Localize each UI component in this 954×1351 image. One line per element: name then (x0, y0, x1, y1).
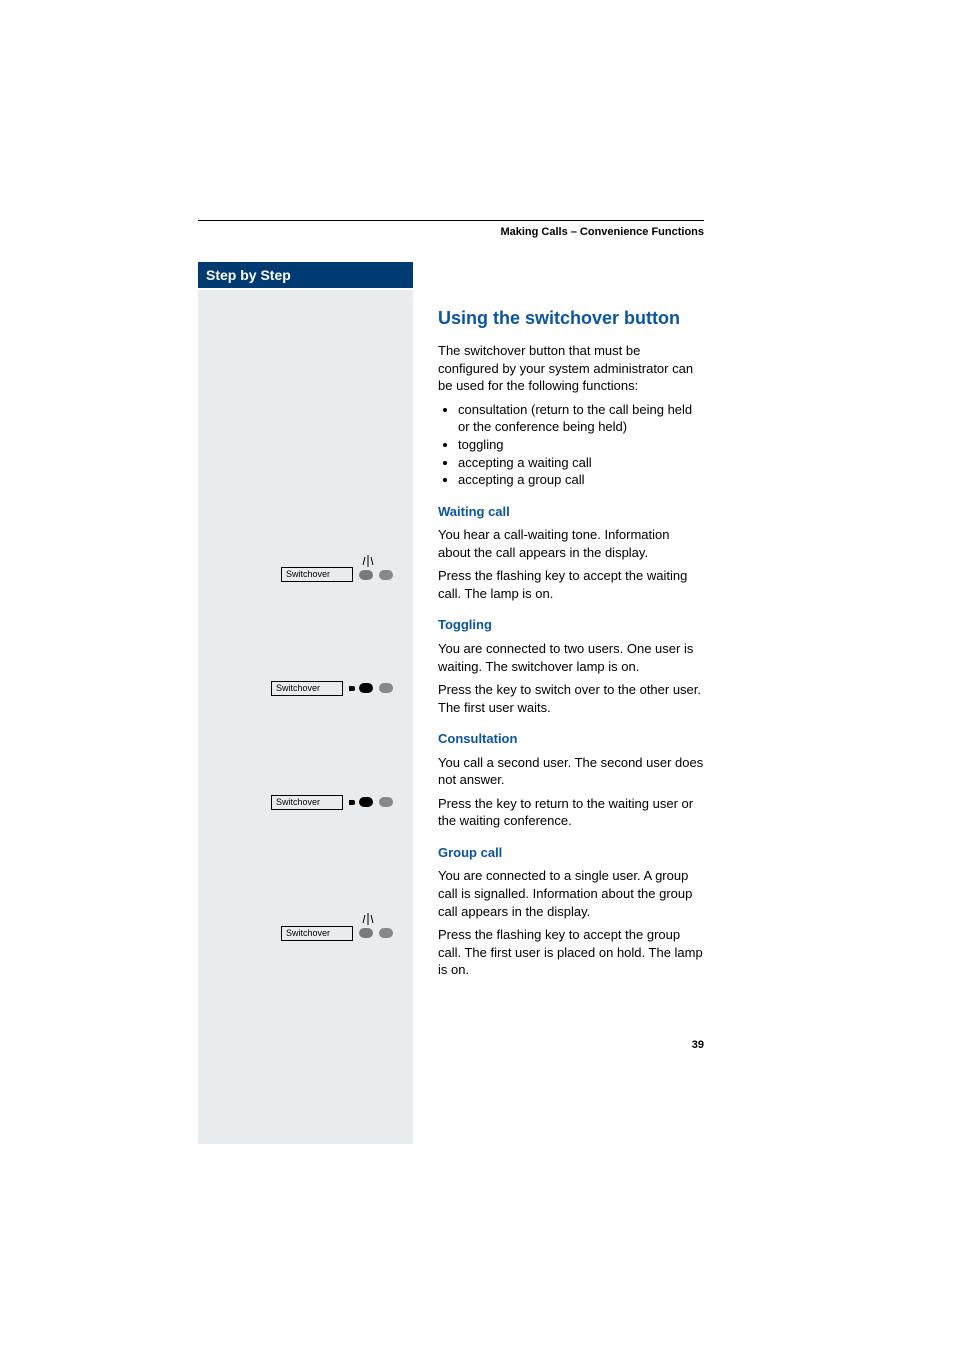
list-item: accepting a waiting call (458, 454, 704, 472)
function-list: consultation (return to the call being h… (438, 401, 704, 489)
list-item: accepting a group call (458, 471, 704, 489)
sidebar-background (198, 290, 413, 1144)
led-on-icon (359, 683, 373, 693)
intro-paragraph: The switchover button that must be confi… (438, 342, 704, 395)
button-icon (379, 928, 393, 938)
key-label: Switchover (281, 926, 353, 941)
led-icon (359, 928, 373, 938)
toggling-heading: Toggling (438, 616, 704, 634)
toggling-action: Press the key to switch over to the othe… (438, 681, 704, 716)
group-call-action: Press the flashing key to accept the gro… (438, 926, 704, 979)
key-label: Switchover (271, 795, 343, 810)
switchover-key-on: Switchover (198, 681, 413, 696)
toggling-text: You are connected to two users. One user… (438, 640, 704, 675)
key-label: Switchover (271, 681, 343, 696)
switchover-key-flashing: Switchover (198, 926, 413, 941)
consultation-heading: Consultation (438, 730, 704, 748)
switchover-key-flashing: Switchover (198, 567, 413, 582)
section-title: Using the switchover button (438, 306, 704, 330)
group-call-text: You are connected to a single user. A gr… (438, 867, 704, 920)
group-call-heading: Group call (438, 844, 704, 862)
waiting-call-action: Press the flashing key to accept the wai… (438, 567, 704, 602)
led-icon (359, 570, 373, 580)
waiting-call-text: You hear a call-waiting tone. Informatio… (438, 526, 704, 561)
flashing-icon (361, 913, 375, 925)
switchover-key-on: Switchover (198, 795, 413, 810)
list-item: toggling (458, 436, 704, 454)
led-tail-icon (349, 800, 355, 805)
flashing-icon (361, 555, 375, 567)
led-on-icon (359, 797, 373, 807)
key-label: Switchover (281, 567, 353, 582)
led-tail-icon (349, 686, 355, 691)
button-icon (379, 683, 393, 693)
waiting-call-heading: Waiting call (438, 503, 704, 521)
step-by-step-header: Step by Step (198, 262, 413, 288)
consultation-action: Press the key to return to the waiting u… (438, 795, 704, 830)
button-icon (379, 570, 393, 580)
consultation-text: You call a second user. The second user … (438, 754, 704, 789)
list-item: consultation (return to the call being h… (458, 401, 704, 436)
breadcrumb: Making Calls – Convenience Functions (198, 226, 704, 238)
button-icon (379, 797, 393, 807)
